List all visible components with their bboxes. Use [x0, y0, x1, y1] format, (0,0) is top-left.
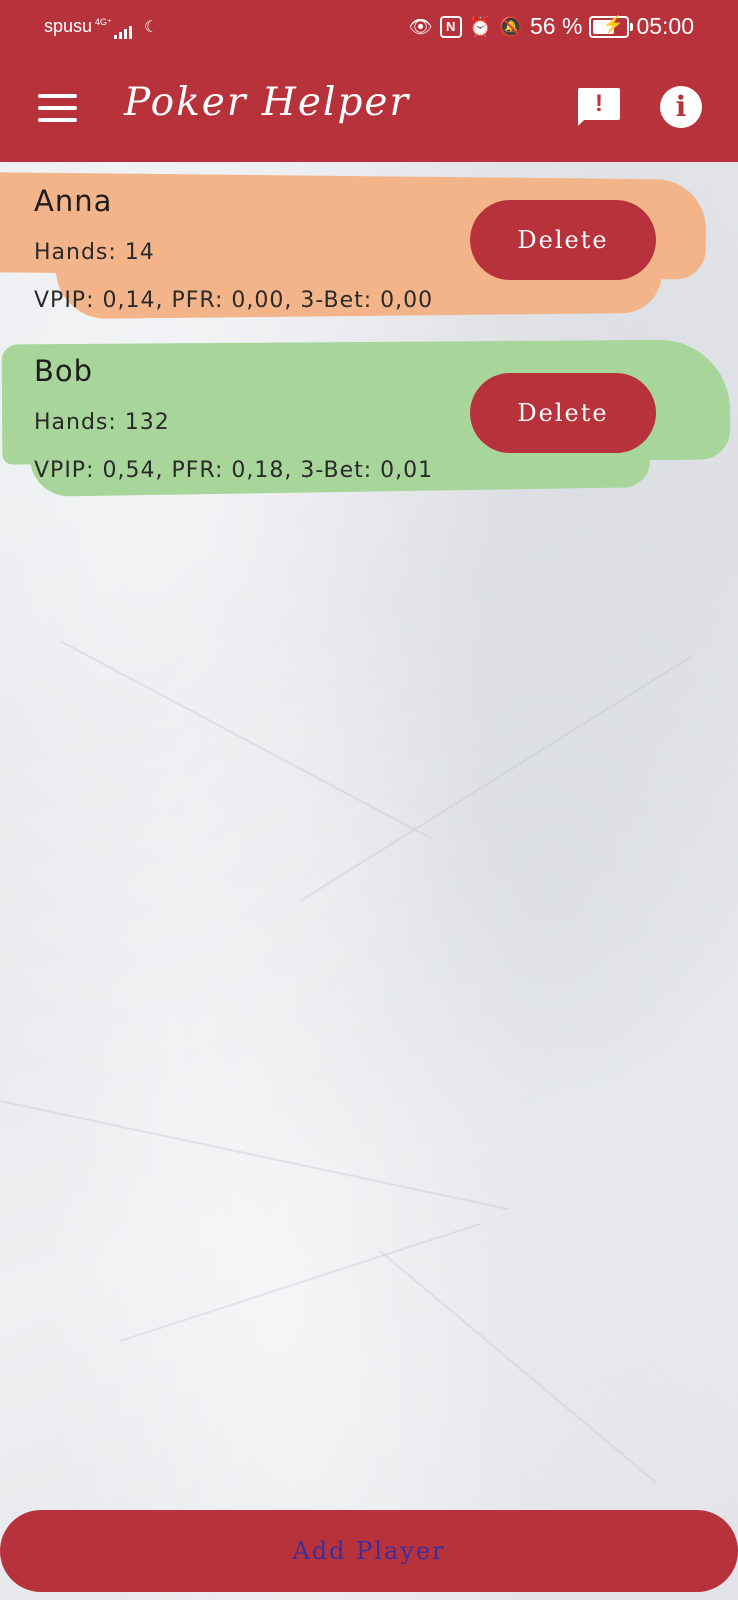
clock: 05:00: [636, 13, 694, 39]
app-bar: Poker Helper ! i: [0, 52, 738, 162]
player-card: Anna Hands: 14 VPIP: 0,14, PFR: 0,00, 3-…: [0, 168, 738, 338]
eye-icon: 👁: [408, 16, 433, 38]
charging-bolt-icon: ⚡: [602, 14, 624, 34]
paper-crease: [299, 656, 691, 902]
nfc-icon: N: [439, 15, 462, 38]
carrier-name: spusu: [44, 16, 93, 36]
report-icon[interactable]: !: [578, 88, 620, 126]
player-name: Anna: [34, 184, 113, 218]
delete-player-button[interactable]: Delete: [470, 373, 656, 453]
paper-crease: [379, 1250, 657, 1484]
paper-crease: [0, 1100, 509, 1211]
paper-crease: [59, 640, 432, 840]
paper-crease: [119, 1222, 482, 1342]
player-hands: Hands: 132: [34, 410, 170, 435]
delete-player-button[interactable]: Delete: [470, 200, 656, 280]
player-hands: Hands: 14: [34, 240, 155, 265]
battery-icon: ⚡: [589, 14, 634, 38]
add-player-button[interactable]: Add Player: [0, 1510, 738, 1592]
status-icons: 👁 N ⏰ 🔕 56 % ⚡ 05:00: [409, 13, 694, 40]
signal-icon: [113, 18, 134, 39]
network-type: 4G⁺: [95, 17, 112, 27]
player-stats: VPIP: 0,14, PFR: 0,00, 3-Bet: 0,00: [34, 288, 434, 313]
menu-icon[interactable]: [38, 94, 78, 122]
player-card: Bob Hands: 132 VPIP: 0,54, PFR: 0,18, 3-…: [0, 338, 738, 510]
player-name: Bob: [34, 354, 94, 388]
app-title: Poker Helper: [124, 80, 411, 125]
alarm-icon: ⏰: [468, 16, 493, 38]
carrier-info: spusu 4G⁺ ☾: [44, 16, 158, 39]
do-not-disturb-moon-icon: ☾: [143, 19, 159, 36]
status-bar: spusu 4G⁺ ☾ 👁 N ⏰ 🔕 56 % ⚡ 05:00: [0, 0, 738, 52]
player-stats: VPIP: 0,54, PFR: 0,18, 3-Bet: 0,01: [34, 458, 434, 483]
info-icon[interactable]: i: [660, 86, 702, 128]
battery-percent: 56 %: [530, 13, 583, 39]
mute-bell-icon: 🔕: [499, 16, 523, 38]
